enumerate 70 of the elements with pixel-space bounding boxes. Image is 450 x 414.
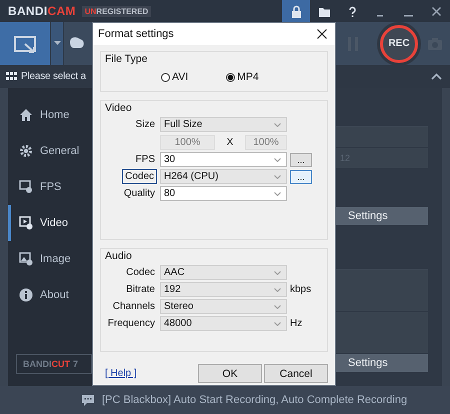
screen-area-icon: [13, 34, 37, 54]
chevron-down-icon[interactable]: [274, 174, 281, 178]
image-gear-icon: [19, 252, 33, 266]
field-label: Codec: [125, 266, 156, 279]
sidebar-item[interactable]: Image: [8, 241, 92, 277]
chevron-down-icon[interactable]: [274, 158, 281, 162]
width-field[interactable]: 100%: [160, 134, 215, 150]
sidebar-item[interactable]: General: [8, 133, 92, 169]
status-message: [PC Blackbox] Auto Start Recording, Auto Complete Recording: [102, 394, 408, 406]
field-label: Size: [134, 118, 156, 131]
unit-label: Hz: [290, 318, 304, 329]
dropdown[interactable]: 48000: [160, 316, 287, 331]
dialog-title: Format settings: [98, 28, 174, 40]
sidebar-item[interactable]: FPS: [8, 169, 92, 205]
radio-button[interactable]: [161, 72, 170, 82]
chat-icon[interactable]: [82, 394, 94, 406]
dropdown[interactable]: Full Size: [160, 117, 287, 132]
grid-icon[interactable]: [6, 72, 17, 81]
settings-button[interactable]: Settings: [336, 354, 428, 372]
info-icon: [19, 288, 33, 302]
screen-mode-button[interactable]: [0, 22, 51, 65]
record-button[interactable]: REC: [380, 24, 418, 62]
field-label: FPS: [134, 153, 156, 166]
options-button[interactable]: ...: [290, 170, 312, 184]
settings-button[interactable]: Settings: [336, 207, 428, 225]
header-text: Please select a: [21, 71, 86, 82]
cancel-button[interactable]: Cancel: [264, 364, 328, 383]
unit-label: kbps: [290, 284, 312, 295]
radio-label: MP4: [237, 71, 259, 83]
field-label: Bitrate: [125, 283, 156, 296]
registration-badge: UNREGISTERED: [82, 6, 152, 16]
dropdown[interactable]: 80: [160, 186, 287, 201]
chevron-down-icon[interactable]: [274, 270, 281, 274]
video-gear-icon: [19, 216, 33, 230]
help-link[interactable]: [ Help ]: [105, 368, 137, 379]
group-title: Video: [105, 102, 133, 114]
height-field[interactable]: 100%: [245, 134, 287, 150]
radio-option[interactable]: AVI: [161, 71, 188, 83]
chevron-down-icon[interactable]: [274, 192, 281, 196]
sidebar-item[interactable]: Home: [8, 97, 92, 133]
field-label: Quality: [122, 187, 156, 200]
group-title: File Type: [105, 53, 148, 65]
separator-label: X: [226, 136, 234, 148]
dropdown[interactable]: 30: [160, 152, 287, 167]
chevron-down-icon[interactable]: [274, 122, 281, 126]
chevron-down-icon[interactable]: [274, 322, 281, 326]
field-label: Codec: [122, 169, 157, 184]
radio-label: AVI: [172, 71, 188, 83]
lock-icon[interactable]: [290, 4, 302, 18]
dropdown[interactable]: AAC: [160, 265, 287, 280]
options-button[interactable]: ...: [290, 152, 312, 166]
dropdown[interactable]: 192: [160, 282, 287, 297]
dropdown[interactable]: H264 (CPU): [160, 169, 287, 184]
gear-icon: [19, 144, 33, 158]
dropdown[interactable]: Stereo: [160, 299, 287, 314]
chevron-down-icon[interactable]: [274, 288, 281, 292]
app-logo: BANDICAM: [8, 4, 76, 18]
sidebar-item[interactable]: About: [8, 277, 92, 313]
field-label: Frequency: [106, 317, 156, 330]
house-icon: [19, 108, 33, 122]
close-icon[interactable]: [317, 29, 327, 39]
caret-down-icon[interactable]: [54, 41, 60, 46]
chevron-up-icon[interactable]: [431, 73, 442, 80]
group-title: Audio: [105, 250, 133, 262]
radio-option[interactable]: MP4: [226, 71, 259, 83]
ok-button[interactable]: OK: [198, 364, 262, 383]
chevron-down-icon[interactable]: [274, 304, 281, 308]
field-label: Channels: [112, 300, 156, 313]
screen-gear-icon: [19, 180, 33, 194]
radio-button[interactable]: [226, 72, 236, 82]
